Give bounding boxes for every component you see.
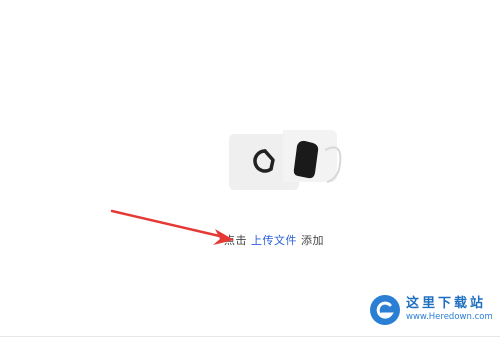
upload-prompt-suffix-text: 添加: [301, 234, 324, 247]
upload-video-icon[interactable]: [225, 126, 355, 196]
watermark-url: www.Heredown.com: [406, 312, 493, 323]
upload-prompt-click-text: 点击: [224, 234, 247, 247]
watermark-title: 这里下载站: [406, 296, 487, 312]
upload-prompt: 点击 上传文件 添加: [224, 232, 324, 248]
bottom-divider: [0, 336, 500, 337]
heredown-logo-icon: [370, 295, 400, 325]
upload-file-link[interactable]: 上传文件: [251, 234, 297, 247]
watermark-text: 这里下载站 www.Heredown.com: [406, 296, 493, 323]
watermark: 这里下载站 www.Heredown.com: [370, 290, 493, 330]
